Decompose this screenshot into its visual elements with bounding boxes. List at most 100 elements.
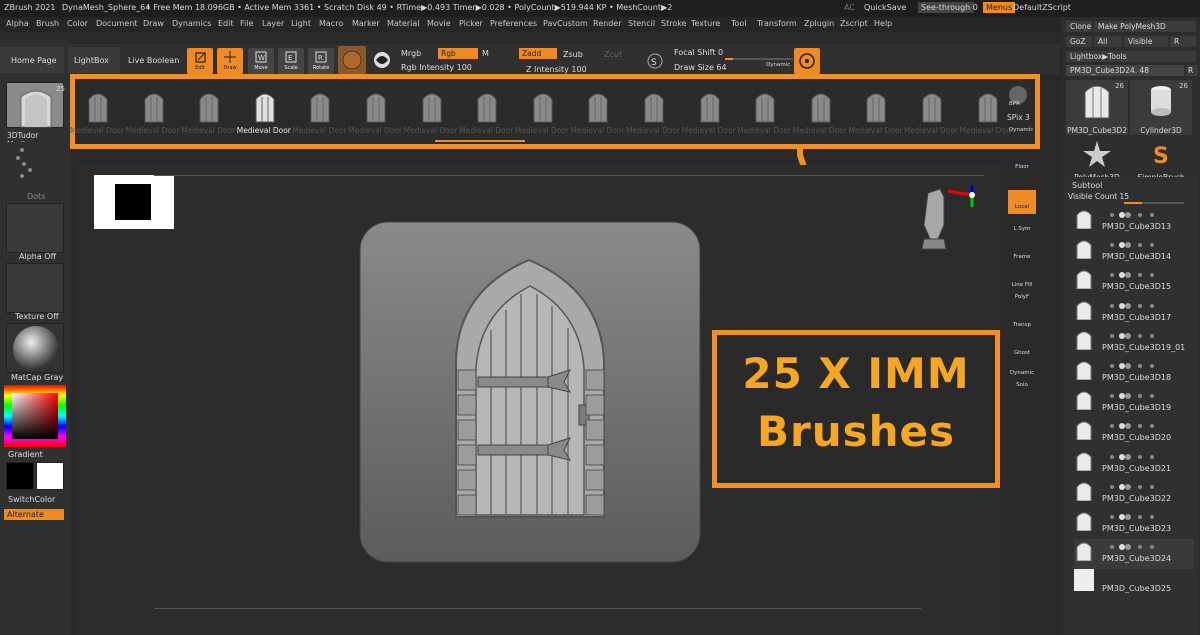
tool-edit-button[interactable]: Edit: [187, 48, 213, 74]
subtool-row[interactable]: PM3D_Cube3D20: [1074, 418, 1194, 448]
lightbox-brush-thumb[interactable]: [84, 87, 112, 123]
lightbox-button[interactable]: LightBox: [68, 47, 120, 73]
focal-shift-slider[interactable]: Focal Shift 0: [674, 48, 723, 57]
lightbox-brush-thumb[interactable]: [473, 87, 501, 123]
main-color-swatch[interactable]: [6, 462, 34, 490]
menu-texture[interactable]: Texture: [691, 19, 720, 28]
all-button[interactable]: All: [1094, 36, 1122, 47]
menu-layer[interactable]: Layer: [262, 19, 284, 28]
menu-zscript[interactable]: Zscript: [840, 19, 868, 28]
subtool-row[interactable]: PM3D_Cube3D14: [1074, 237, 1194, 267]
menu-stencil[interactable]: Stencil: [628, 19, 655, 28]
menu-macro[interactable]: Macro: [319, 19, 343, 28]
menu-document[interactable]: Document: [96, 19, 137, 28]
subtool-toggles-icon[interactable]: [1108, 241, 1168, 249]
lightbox-brush-thumb[interactable]: [584, 87, 612, 123]
strip-floor-button[interactable]: Floor: [1008, 160, 1036, 172]
quicksave-button[interactable]: QuickSave: [864, 3, 906, 12]
menu-help[interactable]: Help: [874, 19, 892, 28]
r-button-2[interactable]: R: [1186, 65, 1198, 76]
subtool-row[interactable]: PM3D_Cube3D22: [1074, 479, 1194, 509]
subtool-row[interactable]: PM3D_Cube3D17: [1074, 298, 1194, 328]
menu-transform[interactable]: Transform: [757, 19, 797, 28]
lightbox-brush-thumb[interactable]: [529, 87, 557, 123]
menu-light[interactable]: Light: [291, 19, 311, 28]
subtool-row[interactable]: PM3D_Cube3D21: [1074, 449, 1194, 479]
make-polymesh-button[interactable]: Make PolyMesh3D: [1094, 21, 1196, 32]
subtool-row[interactable]: PM3D_Cube3D25: [1074, 569, 1194, 599]
subtool-toggles-icon[interactable]: [1108, 483, 1168, 491]
navigator-inset[interactable]: [94, 175, 174, 229]
subtool-row[interactable]: PM3D_Cube3D15: [1074, 267, 1194, 297]
switchcolor-button[interactable]: SwitchColor: [8, 495, 55, 504]
menu-material[interactable]: Material: [387, 19, 420, 28]
lightbox-brush-thumb[interactable]: [306, 87, 334, 123]
menu-movie[interactable]: Movie: [427, 19, 451, 28]
r-button[interactable]: R: [1170, 36, 1196, 47]
menu-brush[interactable]: Brush: [36, 19, 59, 28]
menu-dynamics[interactable]: Dynamics: [172, 19, 211, 28]
subtool-toggles-icon[interactable]: [1108, 332, 1168, 340]
lightbox-brush-thumb[interactable]: [862, 87, 890, 123]
menu-render[interactable]: Render: [593, 19, 621, 28]
zadd-toggle[interactable]: Zadd: [519, 48, 557, 59]
menu-color[interactable]: Color: [67, 19, 88, 28]
tool-thumb[interactable]: PolyMesh3D: [1066, 137, 1128, 182]
goz-button[interactable]: GoZ: [1066, 36, 1092, 47]
matcap-thumbnail[interactable]: [6, 323, 64, 373]
menu-pavcustom[interactable]: PavCustom: [543, 19, 588, 28]
rgb-toggle[interactable]: Rgb: [438, 48, 478, 59]
subtool-row[interactable]: PM3D_Cube3D18: [1074, 358, 1194, 388]
menu-preferences[interactable]: Preferences: [490, 19, 537, 28]
dynamic-button[interactable]: [794, 48, 820, 74]
strip-solo-button[interactable]: Solo: [1008, 378, 1036, 390]
subtool-toggles-icon[interactable]: [1108, 453, 1168, 461]
lightbox-brush-thumb[interactable]: [807, 87, 835, 123]
lightbox-brush-thumb[interactable]: [751, 87, 779, 123]
menu-picker[interactable]: Picker: [459, 19, 483, 28]
clone-button[interactable]: Clone: [1066, 21, 1092, 32]
menu-alpha[interactable]: Alpha: [6, 19, 29, 28]
defaultzscript-button[interactable]: DefaultZScript: [1013, 3, 1071, 12]
subtool-row[interactable]: PM3D_Cube3D24: [1074, 539, 1194, 570]
rgb-intensity-slider[interactable]: Rgb Intensity 100: [401, 63, 472, 72]
m-toggle[interactable]: M: [482, 49, 489, 58]
tool-draw-button[interactable]: Draw: [217, 48, 243, 74]
menu-tool[interactable]: Tool: [731, 19, 747, 28]
draw-size-slider[interactable]: Draw Size 64: [674, 63, 727, 72]
color-picker[interactable]: [4, 385, 66, 447]
subtool-row[interactable]: PM3D_Cube3D23: [1074, 509, 1194, 539]
strip-dynamic-button[interactable]: Dynamic: [1008, 366, 1036, 378]
subtool-toggles-icon[interactable]: [1108, 422, 1168, 430]
strip-local-button[interactable]: Local: [1008, 190, 1036, 214]
lightbox-tools-button[interactable]: Lightbox▶Tools: [1066, 51, 1196, 62]
lightbox-scrollbar[interactable]: [435, 140, 525, 142]
tool-move-button[interactable]: W Move: [248, 48, 274, 74]
alpha-thumbnail[interactable]: [6, 203, 64, 253]
texture-thumbnail[interactable]: [6, 263, 64, 313]
tool-rotate-button[interactable]: R Rotate: [308, 48, 334, 74]
lightbox-brush-thumb[interactable]: [251, 87, 279, 123]
subtool-toggles-icon[interactable]: [1108, 302, 1168, 310]
dynamic-persp-label[interactable]: Dynamic: [1009, 127, 1033, 133]
lightbox-brush-thumb[interactable]: [195, 87, 223, 123]
subtool-toggles-icon[interactable]: [1108, 211, 1168, 219]
subtool-row[interactable]: PM3D_Cube3D13: [1074, 207, 1194, 237]
menu-zplugin[interactable]: Zplugin: [804, 19, 834, 28]
home-page-button[interactable]: Home Page: [0, 47, 64, 73]
strip-l-sym-button[interactable]: L.Sym: [1008, 222, 1036, 234]
current-tool-slider[interactable]: PM3D_Cube3D24. 48: [1066, 65, 1184, 76]
subtool-toggles-icon[interactable]: [1108, 543, 1168, 551]
secondary-color-swatch[interactable]: [36, 462, 64, 490]
zcut-toggle[interactable]: Zcut: [604, 50, 622, 59]
menu-draw[interactable]: Draw: [143, 19, 164, 28]
lightbox-brush-thumb[interactable]: [974, 87, 1002, 123]
zsub-toggle[interactable]: Zsub: [563, 50, 583, 59]
z-intensity-slider[interactable]: Z Intensity 100: [526, 65, 587, 74]
subtool-toggles-icon[interactable]: [1108, 271, 1168, 279]
head-gizmo[interactable]: [918, 185, 978, 255]
strip-polyf-button[interactable]: PolyF: [1008, 290, 1036, 302]
lightbox-brush-thumb[interactable]: [140, 87, 168, 123]
menus-button[interactable]: Menus: [983, 2, 1016, 13]
lightbox-brush-thumb[interactable]: [918, 87, 946, 123]
